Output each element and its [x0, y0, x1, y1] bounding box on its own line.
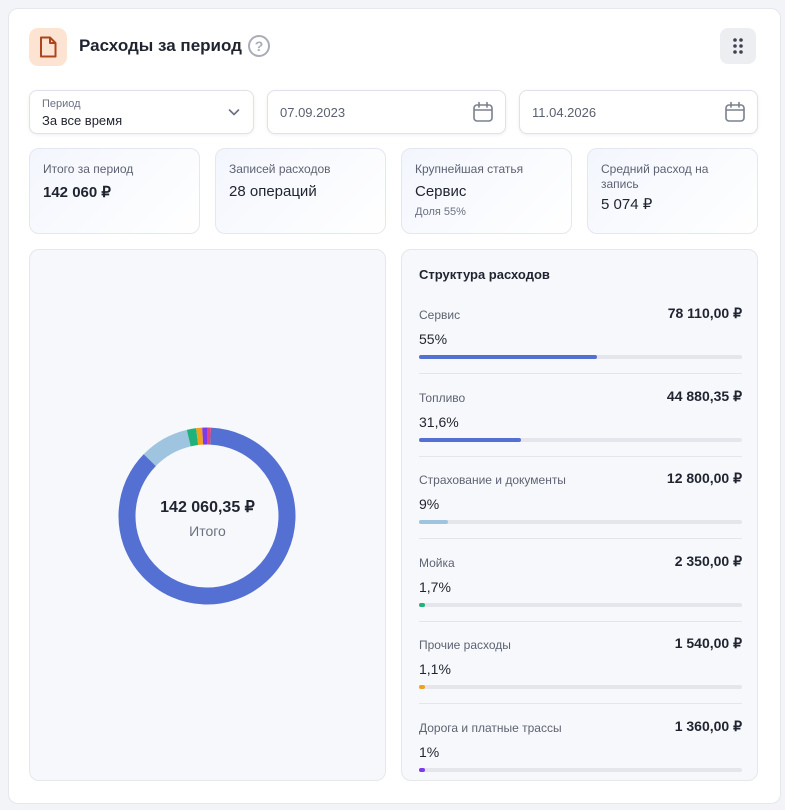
progress-track	[419, 355, 742, 359]
divider	[419, 703, 742, 705]
calendar-icon[interactable]	[472, 101, 494, 123]
document-icon	[29, 28, 67, 66]
expense-amount: 44 880,35 ₽	[666, 387, 742, 404]
progress-fill	[419, 355, 597, 359]
chevron-down-icon	[228, 109, 240, 116]
expense-name: Топливо	[419, 390, 466, 405]
progress-fill	[419, 520, 449, 525]
drag-handle-button[interactable]	[720, 28, 756, 64]
donut-total: 142 060,35 ₽	[160, 499, 255, 516]
expense-percent: 55%	[419, 331, 448, 347]
expense-row: Топливо 44 880,35 ₽ 31,6%	[419, 379, 742, 461]
expense-structure-panel: Структура расходов Сервис 78 110,00 ₽ 55% Т…	[401, 249, 758, 781]
period-value: За все время	[42, 113, 123, 128]
date-from-field[interactable]: 07.09.2023	[267, 90, 506, 134]
divider	[419, 455, 742, 457]
expenses-card: Расходы за период ? Период За все время …	[8, 8, 781, 804]
expense-name: Дорога и платные трассы	[419, 721, 562, 735]
stat-value: 5 074 ₽	[601, 196, 653, 213]
stat-label: Итого за период	[43, 162, 134, 176]
stat-card-total: Итого за период 142 060 ₽	[29, 148, 200, 234]
progress-track	[419, 768, 742, 772]
date-to-value: 11.04.2026	[532, 105, 597, 120]
progress-track	[419, 602, 742, 607]
period-select[interactable]: Период За все время	[29, 90, 254, 134]
progress-fill	[419, 768, 425, 772]
stat-value: 142 060 ₽	[43, 184, 111, 201]
stat-sub: Доля 55%	[415, 206, 466, 218]
stat-value: Сервис	[415, 183, 467, 200]
stat-label: Записей расходов	[229, 162, 331, 176]
summary-stats: Итого за период 142 060 ₽ Записей расход…	[29, 148, 758, 234]
expense-row: Страхование и документы 12 800,00 ₽ 9%	[419, 461, 742, 543]
expense-percent: 31,6%	[419, 413, 459, 430]
expense-row: Мойка 2 350,00 ₽ 1,7%	[419, 544, 742, 626]
expense-percent: 9%	[419, 496, 440, 513]
progress-track	[419, 437, 742, 442]
expense-percent: 1,7%	[419, 578, 451, 595]
progress-fill	[419, 602, 425, 607]
donut-caption: Итого	[189, 523, 226, 539]
expense-percent: 1%	[419, 744, 440, 760]
donut-chart-panel: 142 060,35 ₽ Итого	[29, 249, 386, 781]
expense-amount: 78 110,00 ₽	[667, 305, 742, 321]
expense-percent: 1,1%	[419, 661, 451, 678]
expense-name: Мойка	[419, 555, 455, 570]
expense-name: Сервис	[419, 308, 461, 322]
progress-track	[419, 685, 742, 690]
card-header: Расходы за период ?	[29, 27, 756, 67]
stat-card-largest: Крупнейшая статья Сервис Доля 55%	[401, 148, 572, 234]
stat-value: 28 операций	[229, 183, 317, 200]
progress-track	[419, 520, 742, 525]
progress-fill	[419, 437, 522, 442]
calendar-icon[interactable]	[724, 101, 746, 123]
divider	[419, 620, 742, 622]
expense-row: Сервис 78 110,00 ₽ 55%	[419, 296, 742, 378]
expense-amount: 1 540,00 ₽	[674, 635, 742, 652]
date-to-field[interactable]: 11.04.2026	[519, 90, 758, 134]
stat-label: Крупнейшая статья	[415, 162, 524, 176]
divider	[419, 538, 742, 540]
expense-name: Прочие расходы	[419, 638, 511, 653]
expense-row: Прочие расходы 1 540,00 ₽ 1,1%	[419, 626, 742, 708]
expense-amount: 2 350,00 ₽	[674, 552, 742, 569]
stat-card-records: Записей расходов 28 операций	[215, 148, 386, 234]
date-from-value: 07.09.2023	[280, 105, 346, 120]
expense-amount: 12 800,00 ₽	[666, 470, 742, 487]
structure-title: Структура расходов	[419, 267, 550, 282]
expense-name: Страхование и документы	[419, 473, 566, 488]
period-label: Период	[42, 98, 81, 110]
expense-amount: 1 360,00 ₽	[674, 718, 742, 734]
grip-dots-icon	[733, 38, 743, 54]
stat-label: Средний расход на запись	[601, 162, 709, 191]
filters-row: Период За все время 07.09.2023 11.04.202…	[29, 90, 758, 134]
divider	[419, 373, 742, 374]
page-title: Расходы за период	[79, 36, 242, 55]
expense-row: Дорога и платные трассы 1 360,00 ₽ 1%	[419, 709, 742, 791]
stat-card-average: Средний расход на запись 5 074 ₽	[587, 148, 758, 234]
help-icon[interactable]: ?	[248, 35, 270, 57]
progress-fill	[419, 685, 425, 690]
